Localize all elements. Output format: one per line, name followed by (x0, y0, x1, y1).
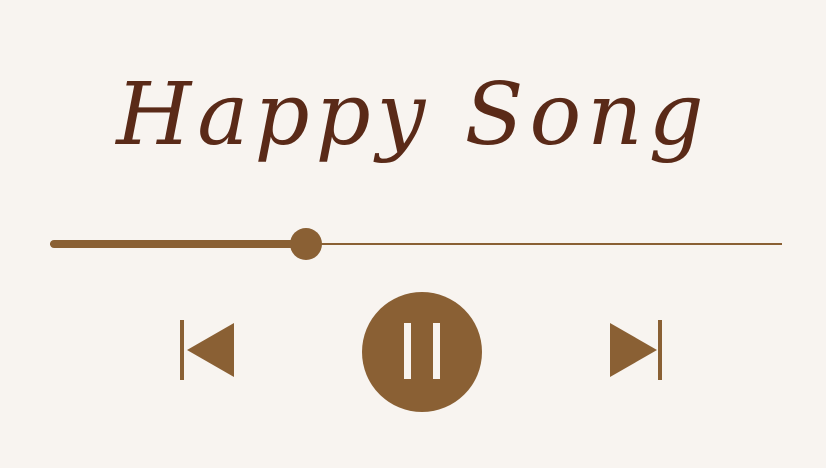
song-title-area: Happy Song (0, 50, 826, 180)
next-button[interactable] (606, 318, 666, 382)
playback-controls (0, 292, 826, 414)
progress-bar[interactable] (50, 226, 782, 262)
previous-button[interactable] (178, 318, 238, 382)
music-player: Happy Song (0, 0, 826, 468)
pause-icon (404, 323, 440, 379)
progress-fill (50, 240, 306, 248)
progress-thumb[interactable] (290, 228, 322, 260)
pause-button[interactable] (362, 292, 482, 412)
song-title: Happy Song (116, 65, 710, 165)
skip-previous-icon (180, 320, 234, 380)
skip-next-icon (610, 320, 662, 380)
